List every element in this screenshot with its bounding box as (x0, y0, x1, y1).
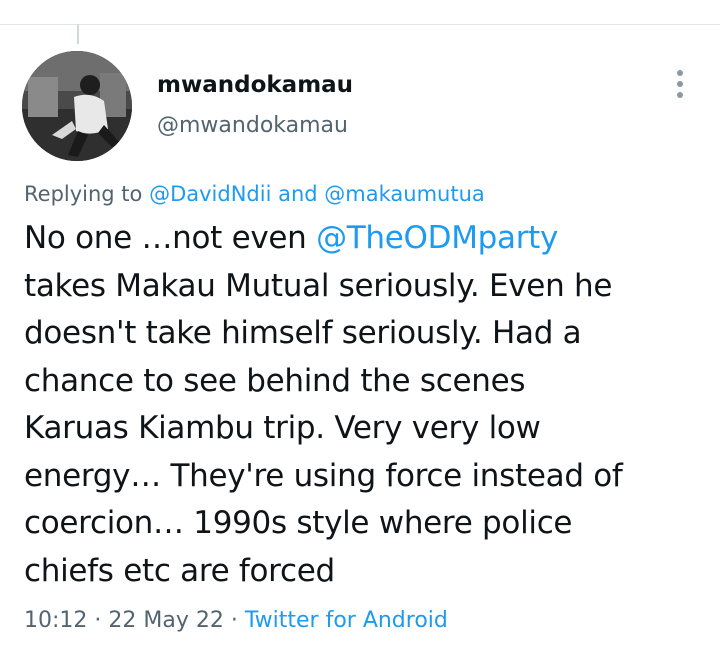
mention-link-theodmparty[interactable]: @TheODMparty (316, 220, 558, 256)
mention-link-davidndii[interactable]: @DavidNdii (149, 182, 271, 206)
author-handle[interactable]: @mwandokamau (157, 111, 348, 141)
tweet-text-line: chiefs etc are forced (24, 552, 335, 589)
tweet-text: No one …not even @TheODMparty takes Maka… (24, 215, 704, 595)
mention-link-makaumutua[interactable]: @makaumutua (324, 182, 484, 206)
meta-separator: · (223, 608, 245, 633)
tweet-text-line: energy… They're using force instead of (24, 457, 623, 494)
meta-separator: · (87, 608, 109, 633)
tweet-text-line: doesn't take himself seriously. Had a (24, 315, 582, 351)
replying-to-joiner: and (271, 182, 325, 206)
tweet-text-line: takes Makau Mutual seriously. Even he (24, 267, 613, 304)
tweet-source-link[interactable]: Twitter for Android (245, 608, 448, 633)
author-display-name[interactable]: mwandokamau (157, 70, 353, 100)
more-options-button[interactable] (666, 64, 694, 104)
vertical-dots-icon-dot (677, 92, 683, 98)
avatar[interactable] (22, 51, 132, 161)
vertical-dots-icon-dot (677, 81, 683, 87)
tweet-date[interactable]: 22 May 22 (108, 608, 223, 633)
tweet-time[interactable]: 10:12 (24, 608, 87, 633)
replying-to: Replying to @DavidNdii and @makaumutua (24, 179, 485, 209)
thread-connector-line (77, 24, 79, 44)
tweet-metadata: 10:12 · 22 May 22 · Twitter for Android (24, 606, 448, 636)
tweet-text-line: No one …not even @TheODMparty (24, 215, 704, 263)
tweet-text-line: Karuas Kiambu trip. Very very low (24, 410, 541, 446)
tweet-text-line: coercion… 1990s style where police (24, 505, 573, 541)
tweet-text-line: chance to see behind the scenes (24, 362, 526, 399)
top-divider (0, 24, 720, 25)
tweet-text-segment: No one …not even (24, 220, 317, 256)
replying-to-prefix: Replying to (24, 182, 150, 206)
vertical-dots-icon (677, 70, 683, 76)
